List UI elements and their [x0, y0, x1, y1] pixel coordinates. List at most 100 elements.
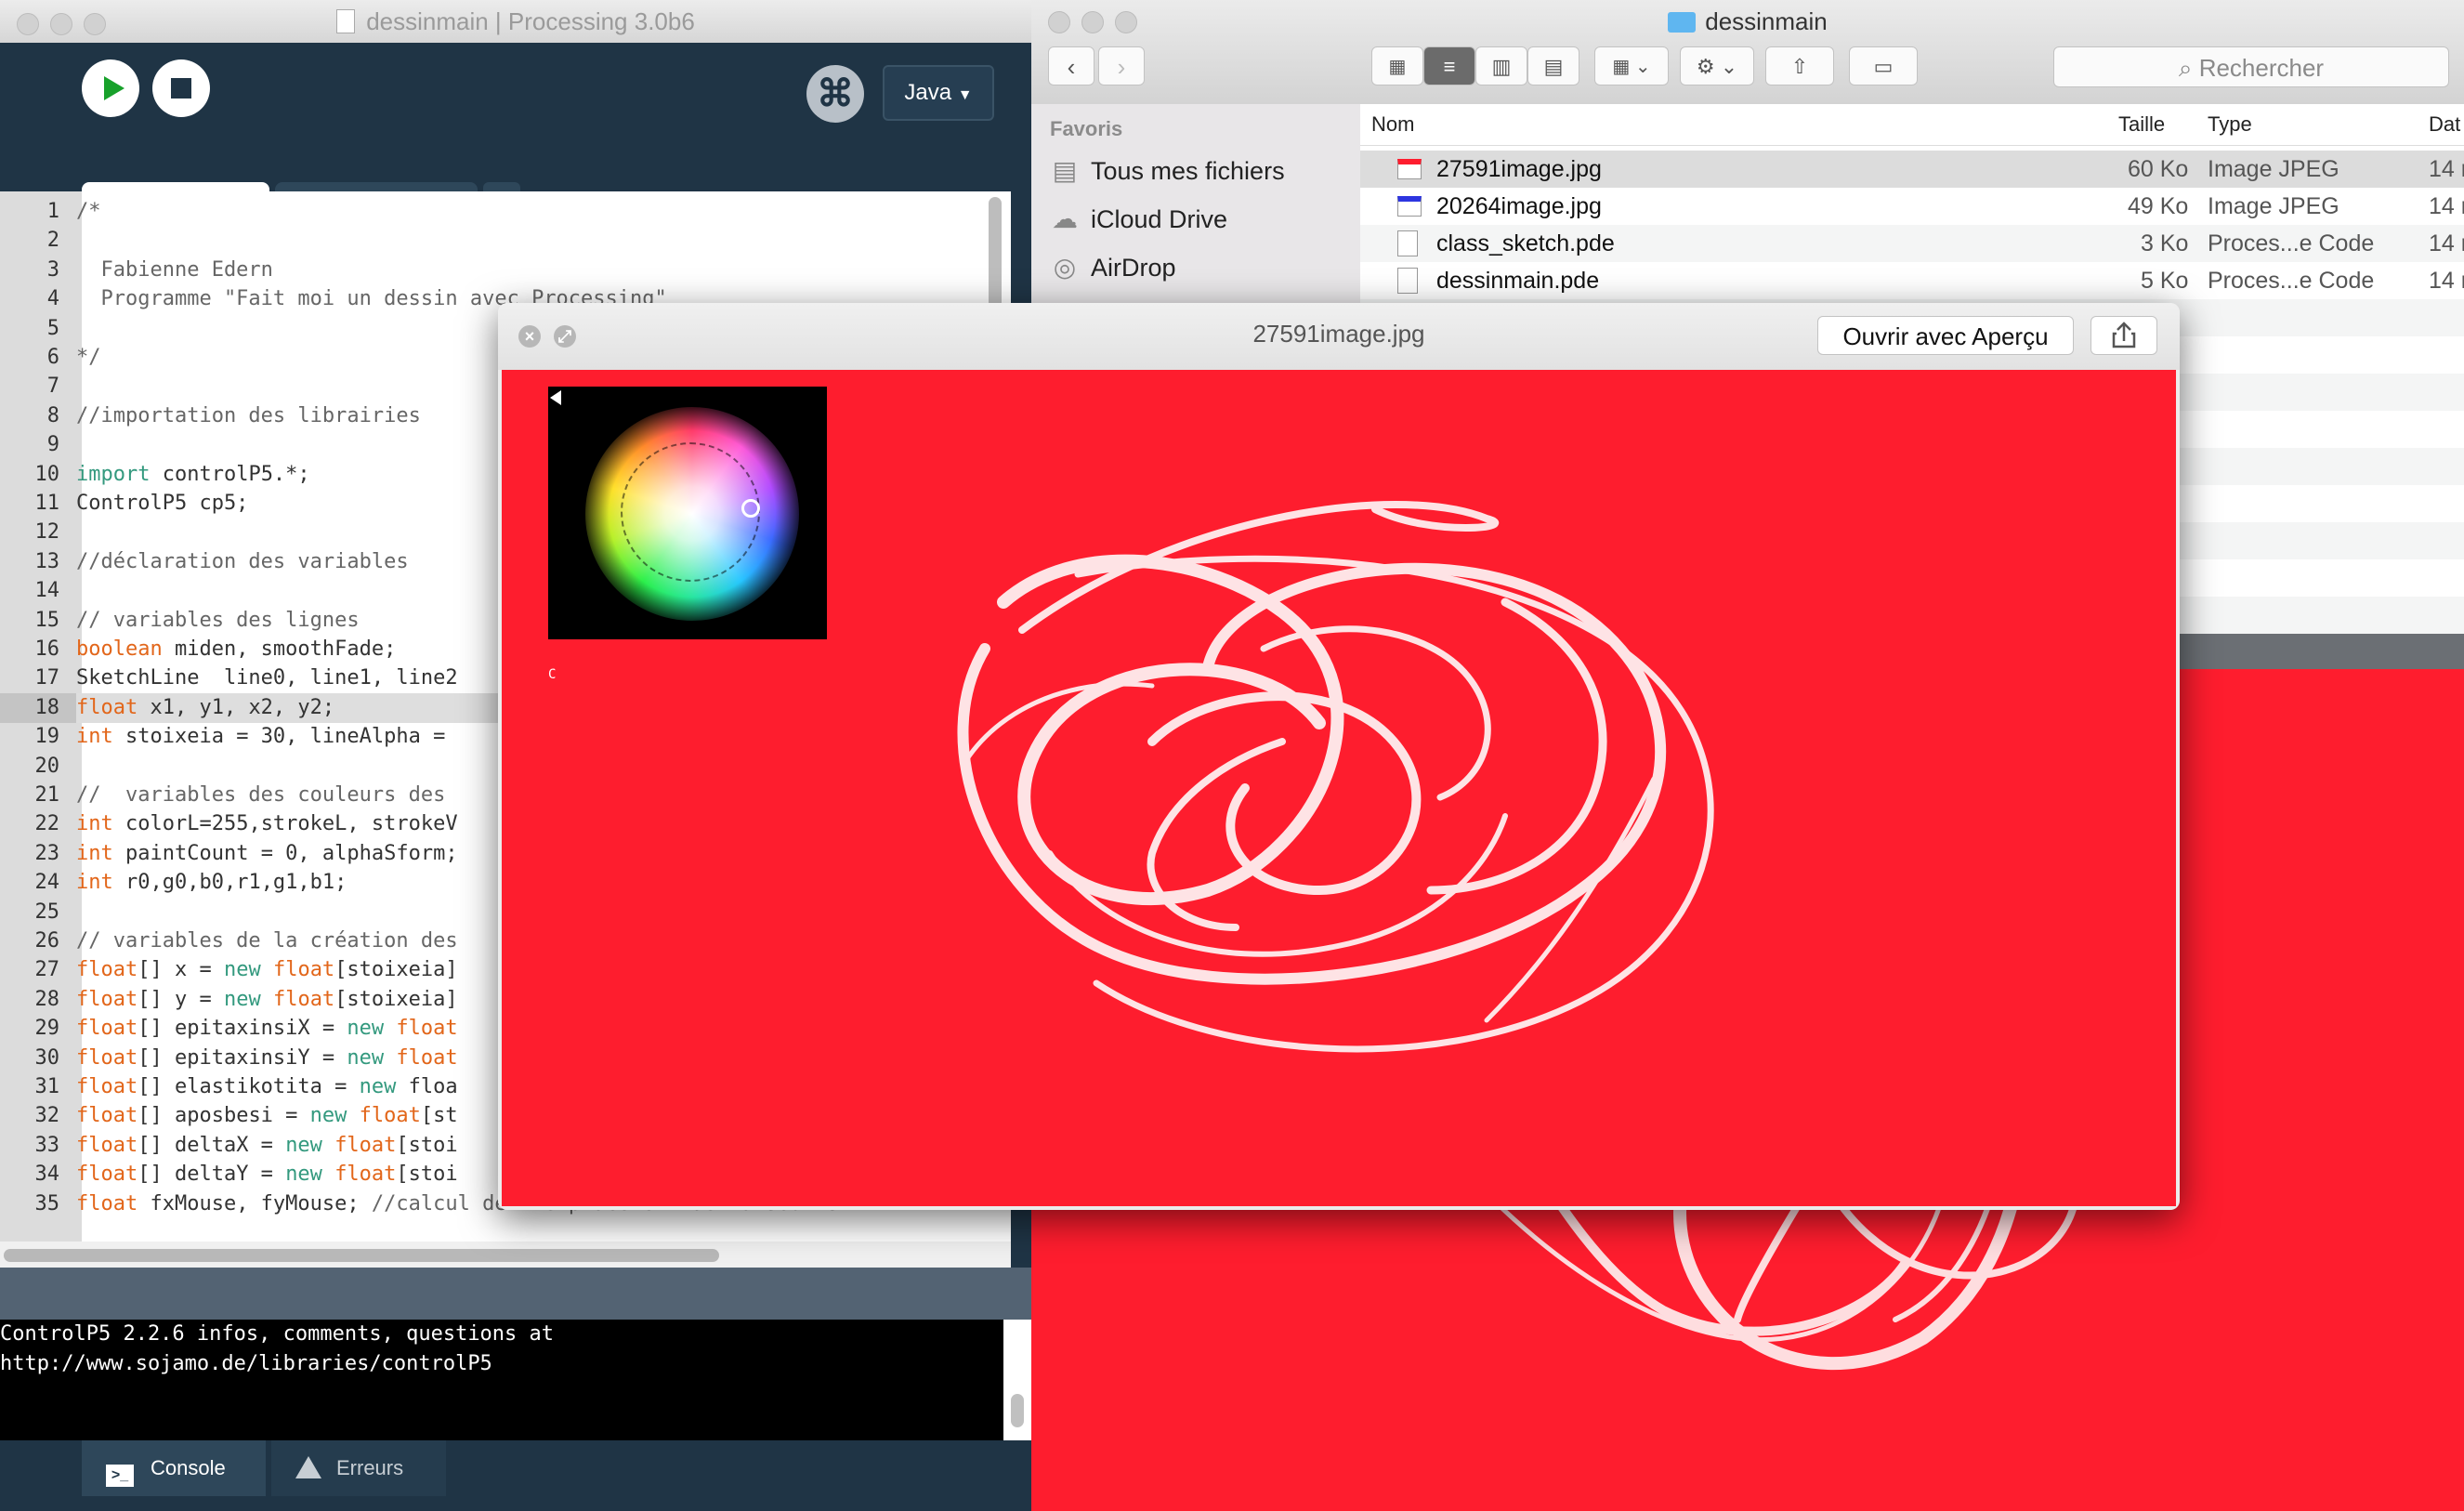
console-divider[interactable]: [0, 1268, 1031, 1320]
line-number: 31: [34, 1075, 60, 1098]
code-line[interactable]: 2: [0, 226, 1011, 256]
stop-button[interactable]: [152, 59, 210, 117]
back-button[interactable]: ‹: [1048, 46, 1094, 85]
tab-errors[interactable]: Erreurs: [271, 1440, 446, 1496]
share-icon: ⇧: [1790, 55, 1809, 78]
scribble-drawing: [957, 501, 1714, 1053]
view-list-button[interactable]: ≡: [1423, 46, 1475, 85]
arrange-button[interactable]: ▦ ⌄: [1594, 46, 1669, 85]
file-name: 20264image.jpg: [1436, 193, 1602, 219]
code-text: float[] y = new float[stoixeia]: [76, 987, 458, 1011]
code-line[interactable]: 1 /*: [0, 197, 1011, 227]
line-number: 35: [34, 1191, 60, 1215]
file-row[interactable]: 20264image.jpg 49 Ko Image JPEG 14 r: [1360, 188, 2464, 225]
share-button[interactable]: ⇧: [1765, 46, 1834, 85]
line-number: 14: [34, 579, 60, 603]
file-date: 14 r: [2429, 230, 2464, 256]
sidebar-item-all-files[interactable]: ▤ Tous mes fichiers: [1050, 152, 1285, 190]
line-number: 11: [34, 492, 60, 515]
line-number: 2: [46, 229, 59, 253]
stop-icon: [171, 78, 191, 99]
code-text: // variables des couleurs des: [76, 783, 446, 807]
sidebar-item-icloud[interactable]: ☁ iCloud Drive: [1050, 201, 1227, 238]
column-name[interactable]: Nom: [1371, 104, 1414, 145]
column-size[interactable]: Taille: [2118, 104, 2165, 145]
quicklook-titlebar: × ⤢ 27591image.jpg Ouvrir avec Aperçu: [498, 303, 2180, 370]
file-date: 14 r: [2429, 156, 2464, 182]
file-type: Proces...e Code: [2208, 268, 2375, 294]
line-number: 33: [34, 1133, 60, 1157]
search-field[interactable]: ⌕ Rechercher: [2053, 46, 2449, 87]
sidebar-item-airdrop[interactable]: ◎ AirDrop: [1050, 249, 1176, 286]
file-row[interactable]: dessinmain.pde 5 Ko Proces...e Code 14 r: [1360, 262, 2464, 299]
code-text: float[] aposbesi = new float[st: [76, 1104, 458, 1128]
play-icon: [104, 76, 125, 100]
line-number: 27: [34, 958, 60, 982]
code-text: int colorL=255,strokeL, strokeV: [76, 812, 458, 836]
line-number: 23: [34, 841, 60, 865]
sidebar-heading-favorites: Favoris: [1050, 117, 1123, 140]
action-button[interactable]: ⚙ ⌄: [1680, 46, 1754, 85]
sidebar-item-label: AirDrop: [1091, 254, 1176, 282]
code-text: /*: [76, 200, 101, 223]
line-number: 21: [34, 783, 60, 807]
line-number: 30: [34, 1045, 60, 1070]
line-number: 17: [34, 666, 60, 690]
ide-window-title: dessinmain | Processing 3.0b6: [0, 7, 1031, 36]
tags-button[interactable]: ▭: [1849, 46, 1918, 85]
tag-icon: ▭: [1873, 55, 1894, 78]
file-row[interactable]: 27591image.jpg 60 Ko Image JPEG 14 r: [1360, 151, 2464, 188]
console-scrollbar[interactable]: [1003, 1320, 1031, 1440]
debug-mode-button[interactable]: ⌘: [806, 65, 864, 123]
file-type: Image JPEG: [2208, 193, 2339, 219]
file-row[interactable]: class_sketch.pde 3 Ko Proces...e Code 14…: [1360, 225, 2464, 262]
columns-icon: ▥: [1491, 55, 1512, 78]
view-icons-button[interactable]: ▦: [1371, 46, 1423, 85]
line-number: 6: [46, 346, 59, 369]
jpeg-thumbnail-icon: [1397, 196, 1422, 217]
line-number: 3: [46, 257, 59, 282]
warning-icon: [295, 1456, 321, 1478]
sidebar-item-label: iCloud Drive: [1091, 205, 1228, 233]
column-type[interactable]: Type: [2208, 104, 2252, 145]
view-columns-button[interactable]: ▥: [1475, 46, 1527, 85]
line-number: 5: [46, 316, 59, 340]
code-line[interactable]: 3 Fabienne Edern: [0, 256, 1011, 285]
file-name: dessinmain.pde: [1436, 268, 1600, 294]
cloud-icon: ☁: [1052, 204, 1078, 233]
line-number: 20: [34, 754, 60, 778]
console-line: ControlP5 2.2.6 infos, comments, questio…: [0, 1322, 555, 1346]
forward-button[interactable]: ›: [1098, 46, 1145, 85]
butterfly-icon: ⌘: [817, 73, 854, 114]
line-number: 25: [34, 900, 60, 924]
code-text: */: [76, 346, 101, 369]
all-files-icon: ▤: [1052, 156, 1078, 185]
share-button[interactable]: [2090, 316, 2157, 355]
ide-window-title-text: dessinmain | Processing 3.0b6: [366, 7, 695, 35]
line-number: 29: [34, 1017, 60, 1041]
finder-title: dessinmain: [1031, 7, 2464, 36]
run-button[interactable]: [82, 59, 139, 117]
code-text: int r0,g0,b0,r1,g1,b1;: [76, 871, 347, 895]
view-coverflow-button[interactable]: ▤: [1527, 46, 1579, 85]
share-icon: [2112, 322, 2136, 348]
line-number: 26: [34, 929, 60, 953]
file-type: Proces...e Code: [2208, 230, 2375, 256]
column-date[interactable]: Dat: [2429, 104, 2460, 145]
code-text: float[] epitaxinsiY = new float: [76, 1045, 458, 1070]
line-number: 7: [46, 374, 59, 399]
mode-select[interactable]: Java ▼: [883, 65, 994, 121]
open-with-preview-button[interactable]: Ouvrir avec Aperçu: [1817, 316, 2074, 355]
tab-console[interactable]: >_ Console: [82, 1440, 266, 1496]
file-type: Image JPEG: [2208, 156, 2339, 182]
list-header: Nom Taille Type Dat: [1360, 104, 2464, 146]
line-number: 28: [34, 987, 60, 1011]
code-text: float x1, y1, x2, y2;: [76, 695, 335, 719]
editor-horizontal-scrollbar[interactable]: [4, 1249, 719, 1262]
quicklook-preview-window: × ⤢ 27591image.jpg Ouvrir avec Aperçu C: [498, 303, 2180, 1210]
finder-toolbar: dessinmain ‹ › ▦ ≡ ▥ ▤ ▦ ⌄ ⚙ ⌄ ⇧ ▭ ⌕ Rec…: [1031, 0, 2464, 105]
file-size: 60 Ko: [2128, 156, 2189, 182]
arrange-icon: ▦ ⌄: [1612, 57, 1651, 77]
code-text: //importation des librairies: [76, 403, 421, 427]
mode-label: Java: [904, 80, 952, 105]
